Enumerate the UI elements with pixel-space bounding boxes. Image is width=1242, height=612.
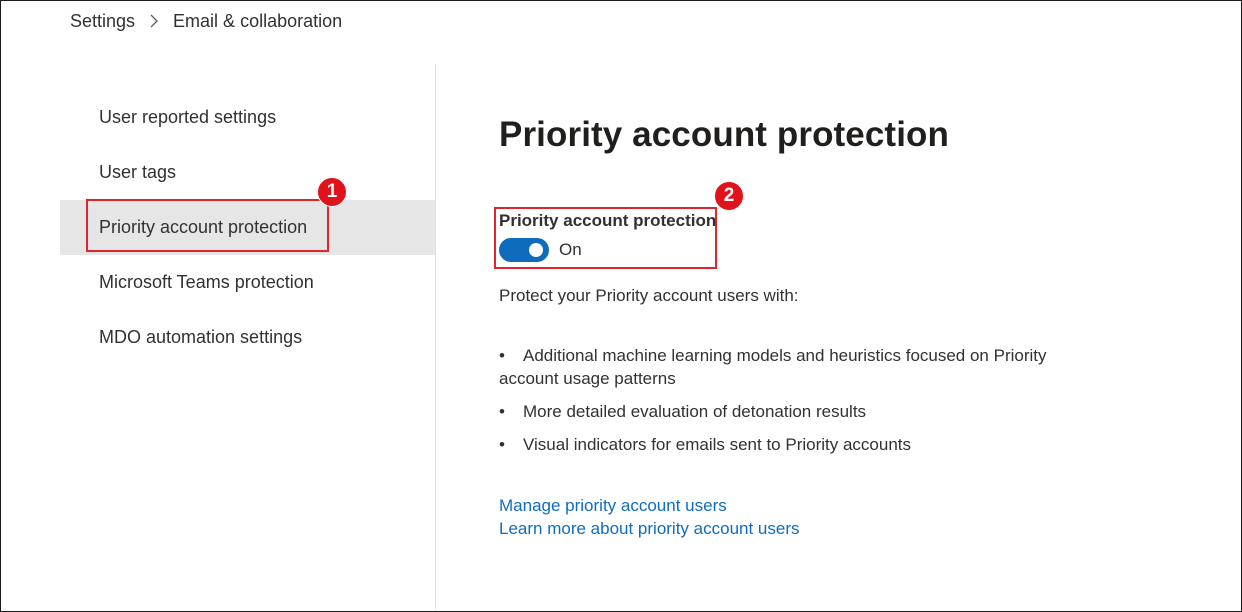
nav-item-mdo-automation-settings[interactable]: MDO automation settings xyxy=(60,310,435,365)
list-item: • Visual indicators for emails sent to Pr… xyxy=(499,433,1089,456)
priority-protection-toggle[interactable] xyxy=(499,238,549,262)
breadcrumb-settings[interactable]: Settings xyxy=(70,11,135,32)
page-title: Priority account protection xyxy=(499,115,949,154)
breadcrumb-email-collaboration[interactable]: Email & collaboration xyxy=(173,11,342,32)
list-item-text: Visual indicators for emails sent to Pri… xyxy=(523,435,912,454)
manage-priority-users-link[interactable]: Manage priority account users xyxy=(499,494,800,517)
callout-badge-2: 2 xyxy=(714,181,744,211)
list-item: • Additional machine learning models and … xyxy=(499,344,1089,390)
toggle-knob xyxy=(529,243,543,257)
toggle-state-text: On xyxy=(559,240,582,259)
links-section: Manage priority account users Learn more… xyxy=(499,494,800,540)
callout-box-1 xyxy=(86,199,329,252)
intro-text: Protect your Priority account users with… xyxy=(499,286,799,305)
bullet-icon: • xyxy=(499,435,505,454)
learn-more-priority-users-link[interactable]: Learn more about priority account users xyxy=(499,517,800,540)
nav-item-microsoft-teams-protection[interactable]: Microsoft Teams protection xyxy=(60,255,435,310)
feature-list: • Additional machine learning models and … xyxy=(499,344,1089,466)
toggle-label: Priority account protection xyxy=(499,211,717,230)
chevron-right-icon xyxy=(149,14,159,28)
breadcrumb: Settings Email & collaboration xyxy=(70,9,342,33)
list-item-text: More detailed evaluation of detonation r… xyxy=(523,402,867,421)
bullet-icon: • xyxy=(499,402,505,421)
nav-item-user-tags[interactable]: User tags xyxy=(60,145,435,200)
vertical-divider xyxy=(435,64,436,610)
bullet-icon: • xyxy=(499,346,505,365)
callout-badge-1: 1 xyxy=(317,177,347,207)
list-item-text: Additional machine learning models and h… xyxy=(499,346,1047,388)
nav-item-user-reported-settings[interactable]: User reported settings xyxy=(60,90,435,145)
list-item: • More detailed evaluation of detonation … xyxy=(499,400,1089,423)
